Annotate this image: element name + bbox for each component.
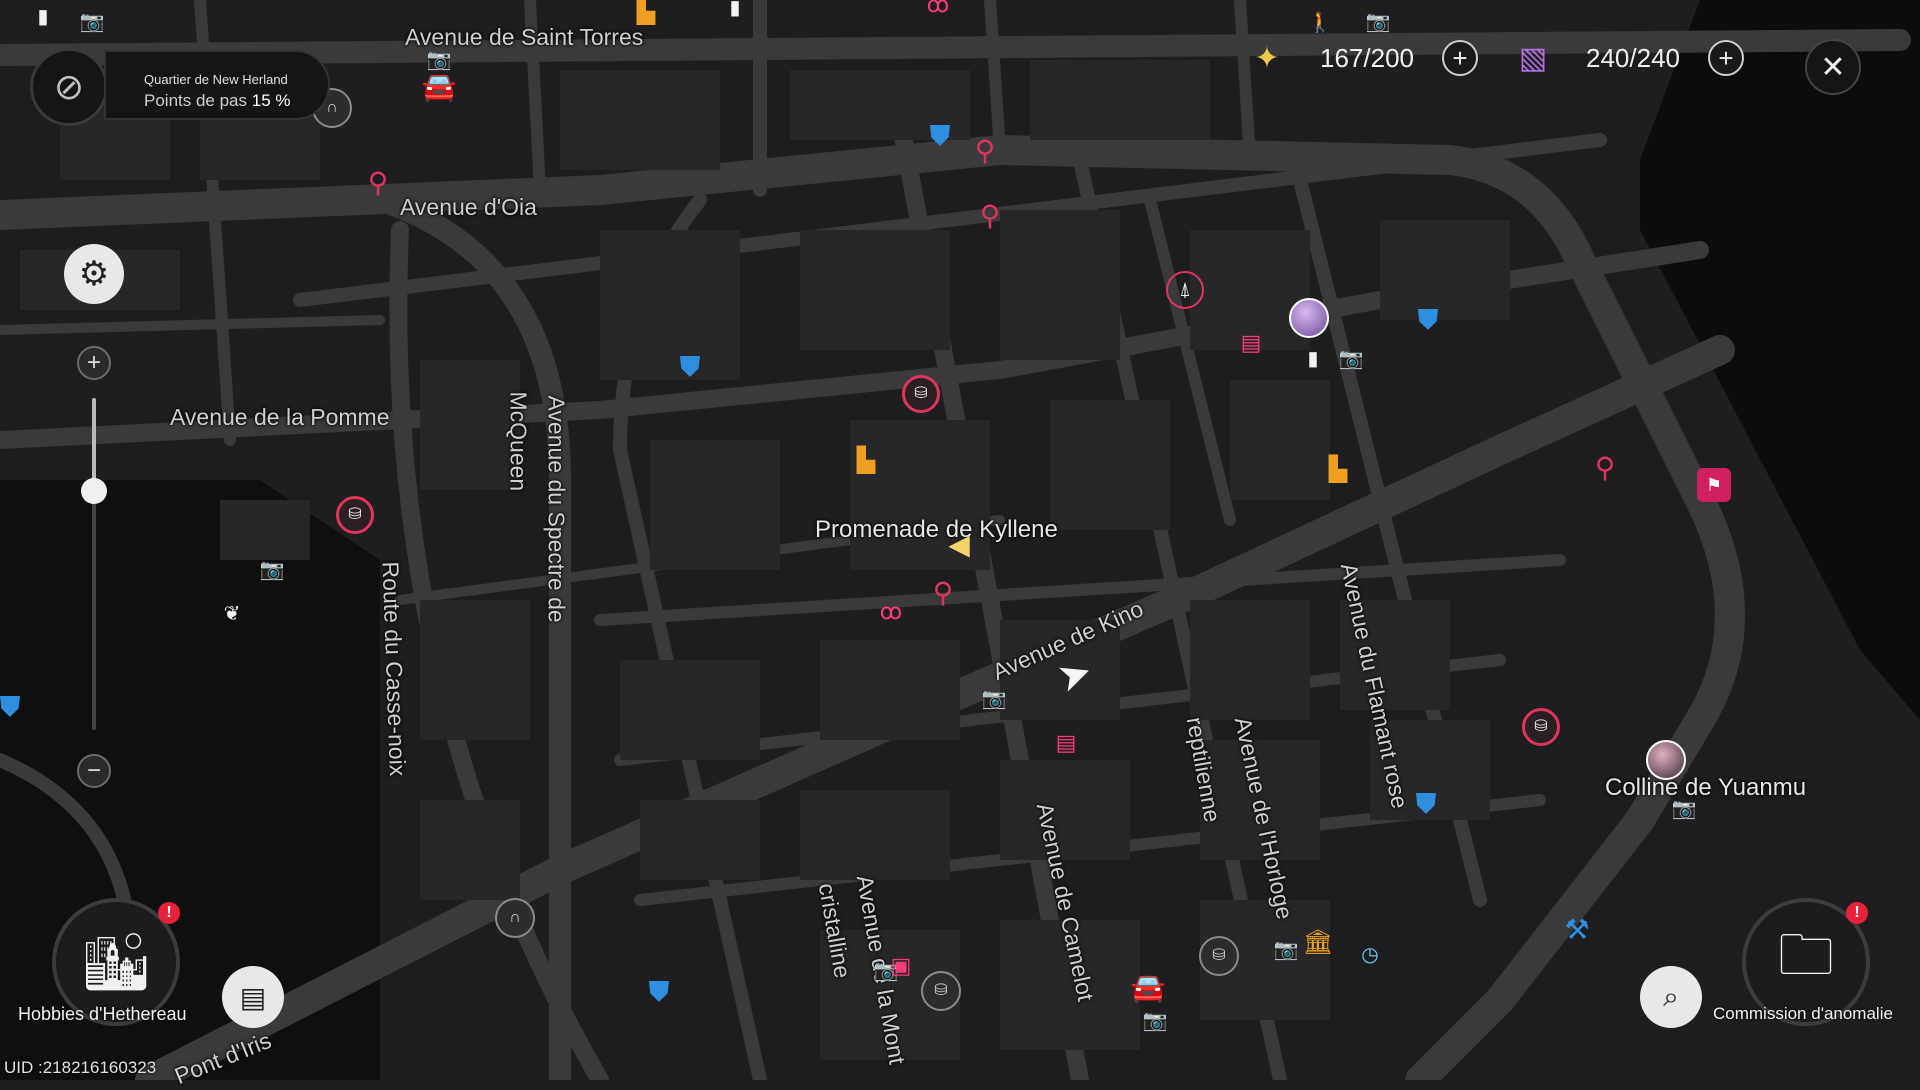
- progress-label: Points de pas: [144, 91, 248, 110]
- commission-label: Commission d'anomalie: [1713, 1004, 1893, 1023]
- cat-icon[interactable]: ❦: [215, 597, 249, 631]
- minus-icon: −: [86, 757, 101, 784]
- street-label-oia: Avenue d'Oia: [400, 194, 537, 220]
- close-icon: ✕: [1820, 50, 1846, 84]
- vending-icon[interactable]: ▤: [1234, 326, 1268, 360]
- district-progress: Points de pas 15 %: [144, 91, 328, 111]
- hotdog-icon[interactable]: ꝏ: [921, 0, 955, 22]
- currency-cards: ▧ 240/240 +: [1508, 36, 1744, 80]
- camera-icon[interactable]: 📷: [977, 682, 1011, 716]
- door-marker[interactable]: ∩: [495, 898, 535, 938]
- blue-shield-icon[interactable]: ⛊: [923, 119, 957, 153]
- search-icon: ⌕: [1663, 980, 1679, 1012]
- folder-icon: 🗀: [1778, 922, 1834, 986]
- camera-icon[interactable]: 📷: [1269, 933, 1303, 967]
- district-progress-panel: Quartier de New Herland Points de pas 15…: [104, 50, 330, 120]
- hobbies-notification-badge: !: [158, 902, 180, 924]
- blue-shield-icon[interactable]: ⛊: [1409, 787, 1443, 821]
- book-icon[interactable]: ▮: [718, 0, 752, 25]
- uid-label: UID :218216160323: [4, 1058, 157, 1077]
- tower-icon[interactable]: ⍋: [1166, 271, 1204, 309]
- gear-icon: ⚙: [78, 255, 110, 293]
- camera-icon[interactable]: 📷: [422, 43, 456, 77]
- character-avatar-icon[interactable]: [1289, 298, 1329, 338]
- street-label-spectre: Avenue du Spectre de: [543, 395, 570, 623]
- blue-shield-icon[interactable]: ⛊: [642, 975, 676, 1009]
- close-map-button[interactable]: ✕: [1805, 39, 1861, 95]
- notes-icon: ▤: [239, 981, 267, 1013]
- plus-icon: +: [86, 349, 101, 376]
- map-settings-button[interactable]: ⚙: [64, 244, 124, 304]
- search-map-button[interactable]: ⌕: [1640, 966, 1702, 1028]
- npc-figure-icon[interactable]: 🚶: [1303, 6, 1337, 40]
- hobbies-label: Hobbies d'Hethereau: [18, 1004, 187, 1024]
- camera-icon[interactable]: 📷: [1138, 1004, 1172, 1038]
- card-stack-icon: ▧: [1518, 41, 1548, 75]
- location-pin-icon[interactable]: ⚲: [968, 134, 1002, 168]
- landmark-label-yuanmu: Colline de Yuanmu: [1605, 774, 1807, 801]
- location-pin-icon[interactable]: ⚲: [1588, 451, 1622, 485]
- hotdog-icon[interactable]: ꝏ: [874, 595, 908, 629]
- street-label-mcqueen: McQueen: [505, 391, 532, 492]
- add-cards-button[interactable]: +: [1708, 40, 1744, 76]
- zoom-out-button[interactable]: −: [77, 754, 111, 788]
- zoom-slider-handle[interactable]: [81, 477, 107, 504]
- compass-icon: ⊘: [53, 66, 85, 107]
- shop-marker[interactable]: ⛁: [902, 375, 940, 413]
- zoom-in-button[interactable]: +: [77, 346, 111, 380]
- shop-marker-inactive[interactable]: ⛁: [1199, 936, 1239, 976]
- city-buildings-icon: 🏙: [80, 930, 152, 993]
- character-avatar-icon[interactable]: [1646, 740, 1686, 780]
- camera-icon[interactable]: 📷: [1334, 342, 1368, 376]
- energy-crystal-icon: ✦: [1254, 41, 1280, 75]
- progress-value: 15 %: [251, 91, 291, 110]
- shop-marker[interactable]: ⛁: [1522, 708, 1560, 746]
- car-icon[interactable]: 🚘: [1131, 971, 1166, 1005]
- commission-notification-badge: !: [1846, 902, 1868, 924]
- shop-marker-inactive[interactable]: ⛁: [921, 971, 961, 1011]
- street-label-pomme: Avenue de la Pomme: [170, 404, 390, 430]
- camera-icon[interactable]: 📷: [1361, 5, 1395, 39]
- location-pin-icon[interactable]: ⚲: [361, 166, 395, 200]
- district-name: Quartier de New Herland: [144, 72, 288, 87]
- photo-booth-icon[interactable]: ▣: [884, 949, 918, 983]
- vending-icon[interactable]: ▤: [1049, 726, 1083, 760]
- book-icon[interactable]: ▮: [1296, 342, 1330, 376]
- currency-energy: ✦ 167/200 +: [1242, 36, 1478, 80]
- book-icon[interactable]: ▮: [26, 0, 60, 34]
- location-pin-icon[interactable]: ⚲: [973, 199, 1007, 233]
- camera-icon[interactable]: 📷: [75, 5, 109, 39]
- add-energy-button[interactable]: +: [1442, 40, 1478, 76]
- notes-button[interactable]: ▤: [222, 966, 284, 1028]
- currency-energy-value: 167/200: [1320, 42, 1414, 73]
- blue-shield-icon[interactable]: ⛊: [673, 350, 707, 384]
- building-icon[interactable]: ▙: [849, 444, 883, 478]
- shop-marker[interactable]: ⛁: [336, 496, 374, 534]
- museum-icon[interactable]: 🏛: [1301, 926, 1335, 960]
- location-pin-icon[interactable]: ⚲: [926, 576, 960, 610]
- landmark-label-kyllene: Promenade de Kyllene: [815, 516, 1058, 543]
- blue-shield-icon[interactable]: ⛊: [0, 690, 27, 724]
- camera-icon[interactable]: 📷: [255, 553, 289, 587]
- tools-icon[interactable]: ⚒: [1560, 913, 1594, 947]
- blue-shield-icon[interactable]: ⛊: [1411, 303, 1445, 337]
- clock-icon[interactable]: ◷: [1353, 938, 1387, 972]
- building-icon[interactable]: ▙: [629, 0, 663, 29]
- camera-icon[interactable]: 📷: [1667, 792, 1701, 826]
- currency-cards-value: 240/240: [1586, 42, 1680, 73]
- player-arrow-icon: ◀: [948, 529, 970, 560]
- compass-button[interactable]: ⊘: [30, 48, 108, 126]
- checkered-flag-icon[interactable]: ⚑: [1697, 468, 1731, 502]
- building-icon[interactable]: ▙: [1321, 453, 1355, 487]
